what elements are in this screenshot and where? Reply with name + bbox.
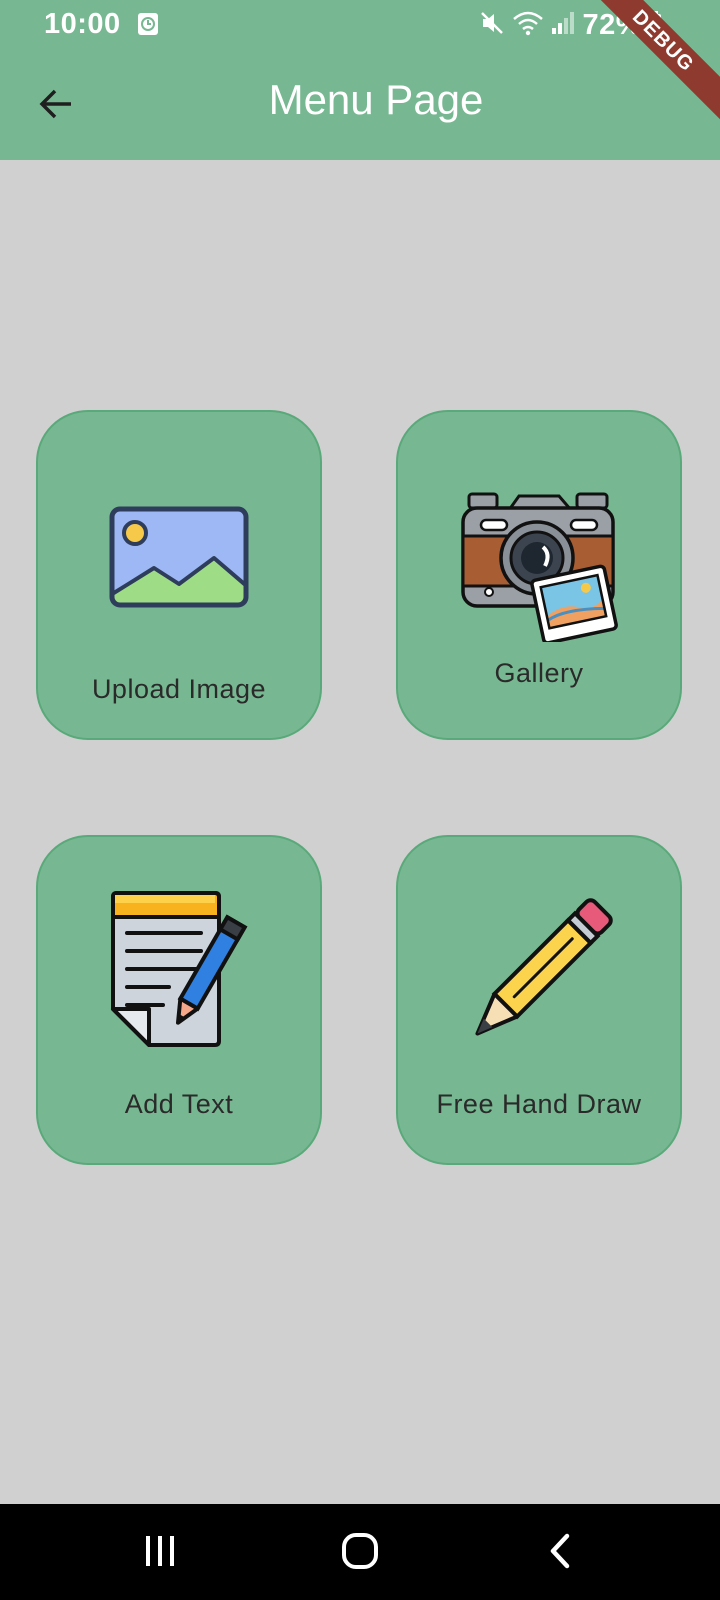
recents-button[interactable] <box>130 1528 190 1578</box>
camera-icon <box>459 492 619 647</box>
wifi-icon <box>512 9 544 42</box>
add-text-card[interactable]: Add Text <box>36 835 322 1165</box>
notepad-icon <box>109 889 249 1054</box>
free-hand-draw-card[interactable]: Free Hand Draw <box>396 835 682 1165</box>
back-icon <box>545 1532 575 1575</box>
image-icon <box>109 506 249 613</box>
recents-icon <box>142 1533 178 1574</box>
card-label: Add Text <box>124 1089 234 1119</box>
upload-image-card[interactable]: Upload Image <box>36 410 322 740</box>
signal-icon <box>550 10 576 41</box>
card-label: Free Hand Draw <box>436 1089 642 1119</box>
app-bar: Menu Page <box>0 50 720 160</box>
pencil-icon <box>454 889 624 1060</box>
gallery-card[interactable]: Gallery <box>396 410 682 740</box>
home-button[interactable] <box>330 1528 390 1578</box>
mute-icon <box>478 9 506 42</box>
card-label: Gallery <box>494 658 584 688</box>
nav-back-button[interactable] <box>530 1528 590 1578</box>
status-time: 10:00 <box>44 8 121 40</box>
card-label: Upload Image <box>91 674 267 704</box>
system-nav-bar <box>0 1504 720 1600</box>
home-icon <box>341 1532 379 1575</box>
clock-widget-icon <box>137 12 159 36</box>
page-title: Menu Page <box>268 76 484 123</box>
